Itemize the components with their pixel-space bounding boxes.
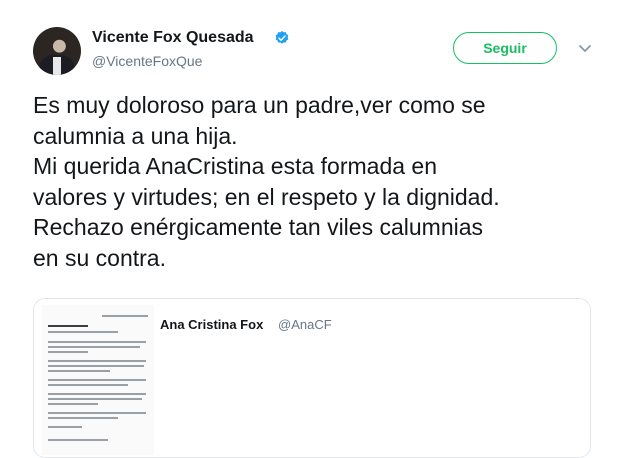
- author-name[interactable]: Vicente Fox Quesada: [92, 29, 254, 47]
- quoted-author-handle[interactable]: @AnaCF: [278, 317, 332, 332]
- tweet-line: calumnia a una hija.: [33, 122, 238, 149]
- tweet-line: valores y virtudes; en el respeto y la d…: [33, 183, 500, 210]
- chevron-down-icon[interactable]: [577, 40, 593, 56]
- tweet-line: Rechazo enérgicamente tan viles calumnia…: [33, 214, 484, 240]
- verified-badge-icon: [275, 31, 289, 44]
- tweet-text: Es muy doloroso para un padre,ver como s…: [33, 90, 603, 273]
- tweet-line: Es muy doloroso para un padre,ver como s…: [33, 92, 486, 118]
- quoted-author-name[interactable]: Ana Cristina Fox: [160, 317, 263, 332]
- quoted-tweet-card[interactable]: Ana Cristina Fox @AnaCF: [33, 298, 591, 458]
- avatar-shirt: [53, 57, 61, 75]
- author-handle[interactable]: @VicenteFoxQue: [92, 53, 202, 69]
- author-avatar[interactable]: [33, 27, 81, 75]
- tweet-line: Mi querida AnaCristina esta formada en: [33, 153, 437, 179]
- follow-button[interactable]: Seguir: [453, 32, 557, 64]
- tweet-line: en su contra.: [33, 244, 166, 271]
